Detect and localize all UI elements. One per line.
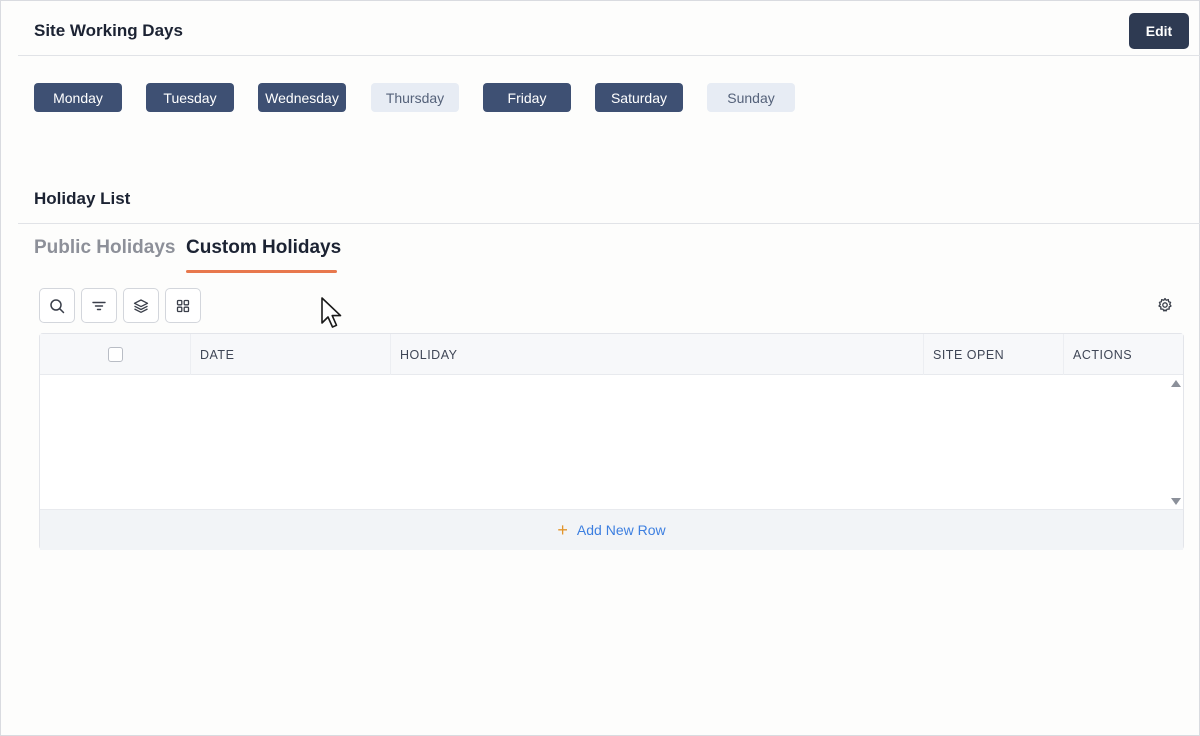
- select-all-column: [40, 334, 190, 375]
- active-tab-indicator: [186, 270, 337, 273]
- column-date[interactable]: DATE: [190, 334, 390, 375]
- day-tuesday[interactable]: Tuesday: [146, 83, 234, 112]
- search-button[interactable]: [39, 288, 75, 323]
- filter-icon: [92, 301, 106, 310]
- filter-button[interactable]: [81, 288, 117, 323]
- add-new-row-button[interactable]: + Add New Row: [40, 509, 1183, 550]
- view-grid-button[interactable]: [165, 288, 201, 323]
- plus-icon: +: [557, 520, 568, 540]
- holiday-list-header: Holiday List: [18, 180, 1200, 224]
- table-header: DATE HOLIDAY SITE OPEN ACTIONS: [40, 334, 1183, 375]
- add-new-row-label: Add New Row: [576, 522, 666, 538]
- group-button[interactable]: [123, 288, 159, 323]
- tab-custom-holidays[interactable]: Custom Holidays: [186, 237, 341, 259]
- grid-icon: [176, 299, 190, 312]
- column-holiday[interactable]: HOLIDAY: [390, 334, 923, 375]
- select-all-checkbox[interactable]: [108, 347, 123, 362]
- gear-icon[interactable]: [1157, 297, 1173, 313]
- working-days-header: Site Working Days: [18, 0, 1200, 56]
- tab-public-holidays[interactable]: Public Holidays: [34, 237, 175, 259]
- search-icon: [50, 298, 65, 313]
- day-sunday[interactable]: Sunday: [707, 83, 795, 112]
- edit-button[interactable]: Edit: [1129, 13, 1189, 49]
- scroll-up-arrow[interactable]: [1171, 380, 1181, 387]
- holiday-list-title: Holiday List: [34, 189, 131, 208]
- day-wednesday[interactable]: Wednesday: [258, 83, 346, 112]
- day-monday[interactable]: Monday: [34, 83, 122, 112]
- column-site-open[interactable]: SITE OPEN: [923, 334, 1063, 375]
- day-saturday[interactable]: Saturday: [595, 83, 683, 112]
- day-friday[interactable]: Friday: [483, 83, 571, 112]
- day-thursday[interactable]: Thursday: [371, 83, 459, 112]
- mouse-cursor-icon: [321, 297, 342, 328]
- column-actions[interactable]: ACTIONS: [1063, 334, 1185, 375]
- holiday-table: DATE HOLIDAY SITE OPEN ACTIONS + Add New…: [39, 333, 1184, 550]
- layers-icon: [133, 298, 149, 313]
- scroll-down-arrow[interactable]: [1171, 498, 1181, 505]
- working-days-title: Site Working Days: [34, 21, 183, 40]
